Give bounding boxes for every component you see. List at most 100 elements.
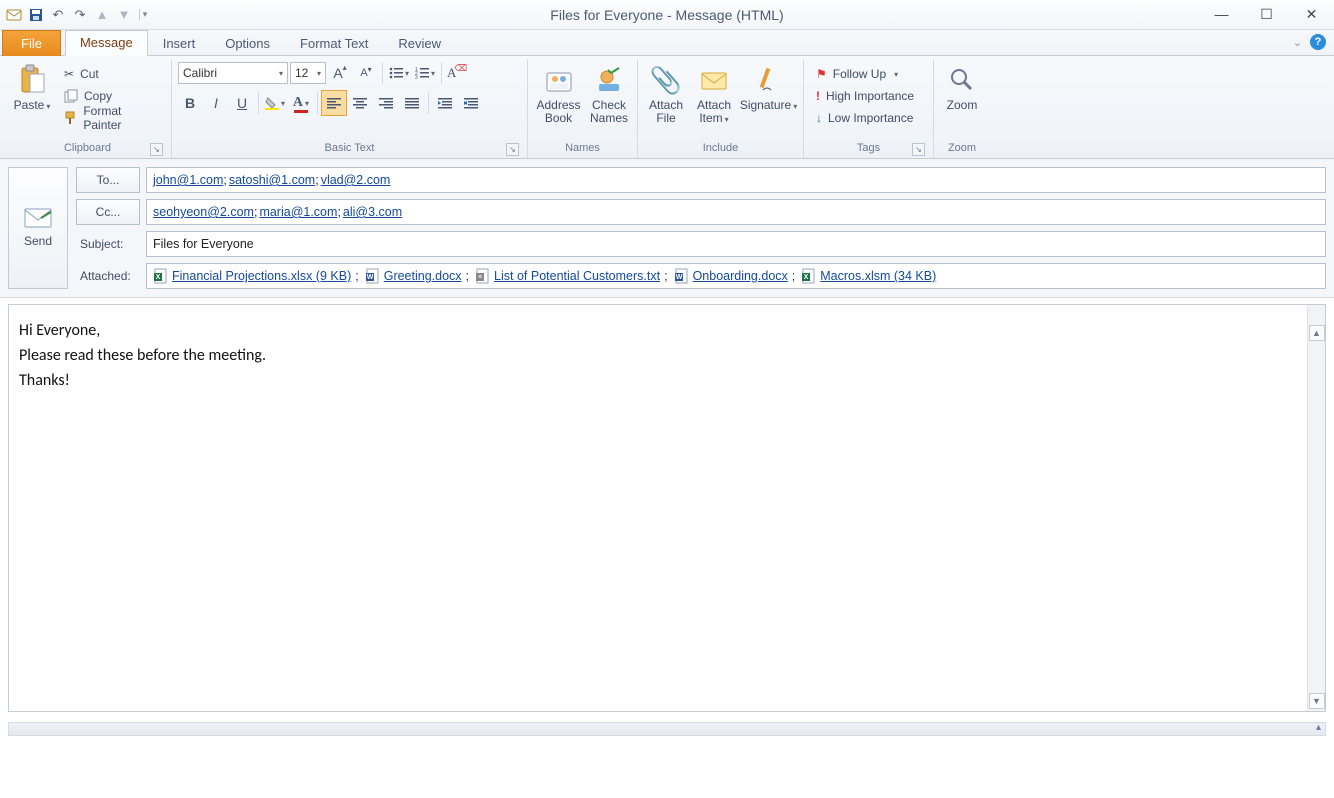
shrink-font-button[interactable]: A▾ [354, 61, 378, 85]
tab-review[interactable]: Review [383, 31, 456, 56]
paste-button[interactable]: Paste [10, 61, 54, 114]
exclaim-icon: ! [816, 89, 820, 103]
font-size-select[interactable]: 12▾ [290, 62, 326, 84]
underline-button[interactable]: U [230, 91, 254, 115]
attach-item-button[interactable]: Attach Item [692, 61, 736, 127]
bullets-button[interactable] [387, 61, 411, 85]
attach-file-button[interactable]: 📎 Attach File [644, 61, 688, 127]
send-envelope-icon [24, 208, 52, 228]
attachment-item[interactable]: ≡ List of Potential Customers.txt [475, 268, 660, 284]
tab-insert[interactable]: Insert [148, 31, 211, 56]
attachment-label: Onboarding.docx [693, 269, 788, 283]
attachment-item[interactable]: WOnboarding.docx [674, 268, 788, 284]
highlight-button[interactable] [263, 91, 287, 115]
high-importance-button[interactable]: ! High Importance [810, 85, 920, 107]
recipient[interactable]: satoshi@1.com [229, 173, 315, 187]
redo-icon[interactable]: ↷ [70, 5, 90, 25]
address-book-button[interactable]: Address Book [534, 61, 583, 127]
attachment-item[interactable]: WGreeting.docx [365, 268, 462, 284]
maximize-button[interactable]: ☐ [1244, 0, 1289, 28]
zoom-label: Zoom [947, 99, 978, 112]
clear-formatting-button[interactable]: A⌫ [446, 61, 470, 85]
check-names-button[interactable]: Check Names [587, 61, 631, 127]
font-color-button[interactable]: A [289, 91, 313, 115]
increase-indent-button[interactable] [459, 91, 483, 115]
tab-message[interactable]: Message [65, 30, 148, 56]
decrease-indent-button[interactable] [433, 91, 457, 115]
message-header: Send To... john@1.com; satoshi@1.com; vl… [0, 159, 1334, 298]
align-right-button[interactable] [374, 91, 398, 115]
align-left-button[interactable] [322, 91, 346, 115]
italic-button[interactable]: I [204, 91, 228, 115]
close-button[interactable]: ✕ [1289, 0, 1334, 28]
app-icon[interactable] [4, 5, 24, 25]
follow-up-button[interactable]: ⚑ Follow Up [810, 63, 920, 85]
cc-input[interactable]: seohyeon@2.com; maria@1.com; ali@3.com [146, 199, 1326, 225]
body-scrollbar[interactable]: ▲ ▼ [1307, 305, 1325, 711]
scroll-up-icon[interactable]: ▲ [1309, 325, 1325, 341]
recipient[interactable]: john@1.com [153, 173, 223, 187]
attachment-item[interactable]: XFinancial Projections.xlsx (9 KB) [153, 268, 351, 284]
numbering-icon: 123 [415, 67, 429, 79]
minimize-button[interactable]: — [1199, 0, 1244, 28]
svg-text:3: 3 [415, 75, 418, 79]
subject-label: Subject: [76, 237, 140, 251]
cc-button[interactable]: Cc... [76, 199, 140, 225]
font-name-value: Calibri [183, 66, 217, 80]
cut-button[interactable]: ✂ Cut [58, 63, 165, 85]
cut-label: Cut [80, 67, 99, 81]
docx-file-icon: W [674, 268, 690, 284]
attachment-label: Greeting.docx [384, 269, 462, 283]
attached-label: Attached: [76, 269, 140, 283]
attachment-label: List of Potential Customers.txt [494, 269, 660, 283]
copy-icon [64, 89, 78, 103]
recipient[interactable]: vlad@2.com [321, 173, 391, 187]
ribbon-group-basic-text: Calibri▾ 12▾ A▴ A▾ 123 A⌫ [172, 59, 528, 158]
tab-options[interactable]: Options [210, 31, 285, 56]
bold-button[interactable]: B [178, 91, 202, 115]
save-icon[interactable] [26, 5, 46, 25]
send-button[interactable]: Send [8, 167, 68, 289]
paperclip-icon: 📎 [650, 66, 682, 95]
recipient[interactable]: ali@3.com [343, 205, 402, 219]
attachments-input[interactable]: XFinancial Projections.xlsx (9 KB); WGre… [146, 263, 1326, 289]
recipient[interactable]: maria@1.com [259, 205, 337, 219]
signature-button[interactable]: Signature [740, 61, 797, 114]
low-importance-button[interactable]: ↓ Low Importance [810, 107, 920, 129]
attachment-item[interactable]: XMacros.xlsm (34 KB) [801, 268, 936, 284]
clipboard-launcher-icon[interactable]: ↘ [150, 143, 163, 156]
subject-input[interactable]: Files for Everyone [146, 231, 1326, 257]
recipient[interactable]: seohyeon@2.com [153, 205, 254, 219]
undo-icon[interactable]: ↶ [48, 5, 68, 25]
justify-button[interactable] [400, 91, 424, 115]
tab-format-text[interactable]: Format Text [285, 31, 383, 56]
expand-icon[interactable]: ▴ [1316, 722, 1321, 733]
align-center-button[interactable] [348, 91, 372, 115]
next-icon[interactable]: ▼ [114, 5, 134, 25]
to-button[interactable]: To... [76, 167, 140, 193]
help-icon[interactable]: ? [1310, 34, 1326, 50]
prev-icon[interactable]: ▲ [92, 5, 112, 25]
message-body-input[interactable]: Hi Everyone,Please read these before the… [9, 305, 1325, 711]
scroll-down-icon[interactable]: ▼ [1309, 693, 1325, 709]
ribbon: Paste ✂ Cut Copy Format Painter Clipboar… [0, 56, 1334, 159]
highlight-icon [265, 96, 279, 110]
qat-customize-icon[interactable]: ▾ [136, 5, 150, 25]
ribbon-collapse-icon[interactable]: ⌄ [1293, 36, 1302, 49]
zoom-button[interactable]: Zoom [940, 61, 984, 114]
low-importance-label: Low Importance [828, 111, 913, 125]
grow-font-button[interactable]: A▴ [328, 61, 352, 85]
attach-item-label: Attach Item [697, 99, 731, 125]
font-size-value: 12 [295, 66, 308, 80]
format-painter-button[interactable]: Format Painter [58, 107, 165, 129]
basic-text-launcher-icon[interactable]: ↘ [506, 143, 519, 156]
high-importance-label: High Importance [826, 89, 914, 103]
message-body-area: ✉ Hi Everyone,Please read these before t… [8, 304, 1326, 712]
tab-file[interactable]: File [2, 30, 61, 56]
tags-launcher-icon[interactable]: ↘ [912, 143, 925, 156]
numbering-button[interactable]: 123 [413, 61, 437, 85]
to-input[interactable]: john@1.com; satoshi@1.com; vlad@2.com [146, 167, 1326, 193]
font-name-select[interactable]: Calibri▾ [178, 62, 288, 84]
format-painter-label: Format Painter [83, 104, 159, 132]
svg-text:≡: ≡ [478, 274, 482, 281]
